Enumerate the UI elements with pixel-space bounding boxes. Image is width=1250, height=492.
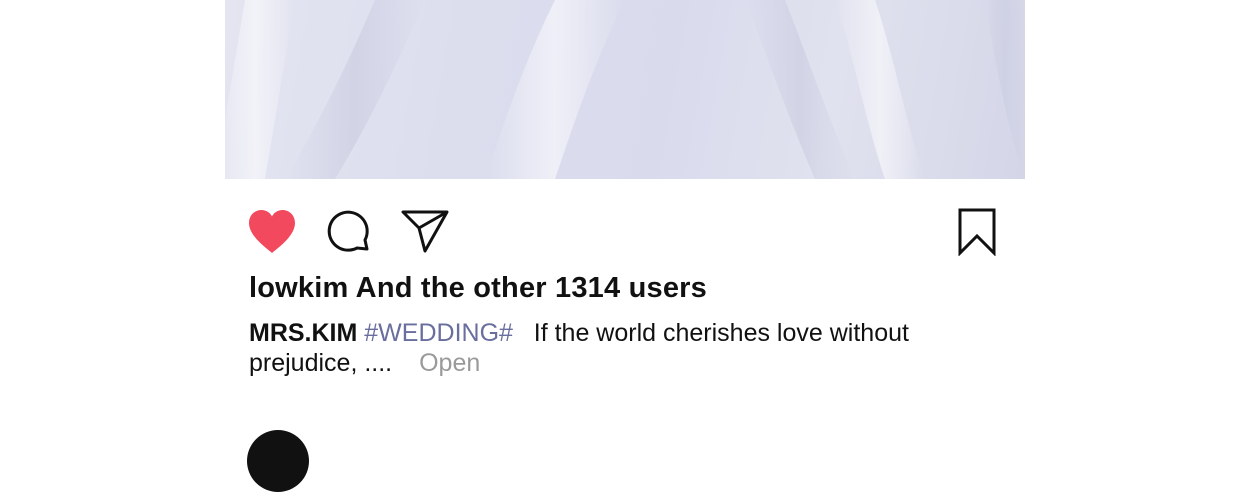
caption-author[interactable]: MRS.KIM <box>249 319 357 347</box>
post-action-bar <box>225 179 1025 269</box>
fabric-folds-graphic <box>225 0 1025 179</box>
comment-button[interactable] <box>326 209 372 257</box>
share-button[interactable] <box>401 209 449 253</box>
post-caption: MRS.KIM #WEDDING# If the world cherishes… <box>249 318 949 378</box>
post-photo[interactable] <box>225 0 1025 179</box>
likes-text[interactable]: lowkim And the other 1314 users <box>249 272 707 304</box>
caption-hashtag[interactable]: #WEDDING# <box>364 319 513 347</box>
comment-bubble-icon <box>327 210 369 252</box>
paper-plane-icon <box>401 210 449 253</box>
next-post-avatar[interactable] <box>247 430 309 492</box>
bookmark-icon <box>958 208 996 257</box>
heart-filled-icon <box>249 210 295 253</box>
likes-summary[interactable]: lowkim And the other 1314 users <box>249 272 707 305</box>
caption-more-link[interactable]: Open <box>419 349 480 377</box>
feed-post: lowkim And the other 1314 users MRS.KIM … <box>225 0 1025 492</box>
save-button[interactable] <box>957 208 997 257</box>
like-button[interactable] <box>247 209 297 255</box>
